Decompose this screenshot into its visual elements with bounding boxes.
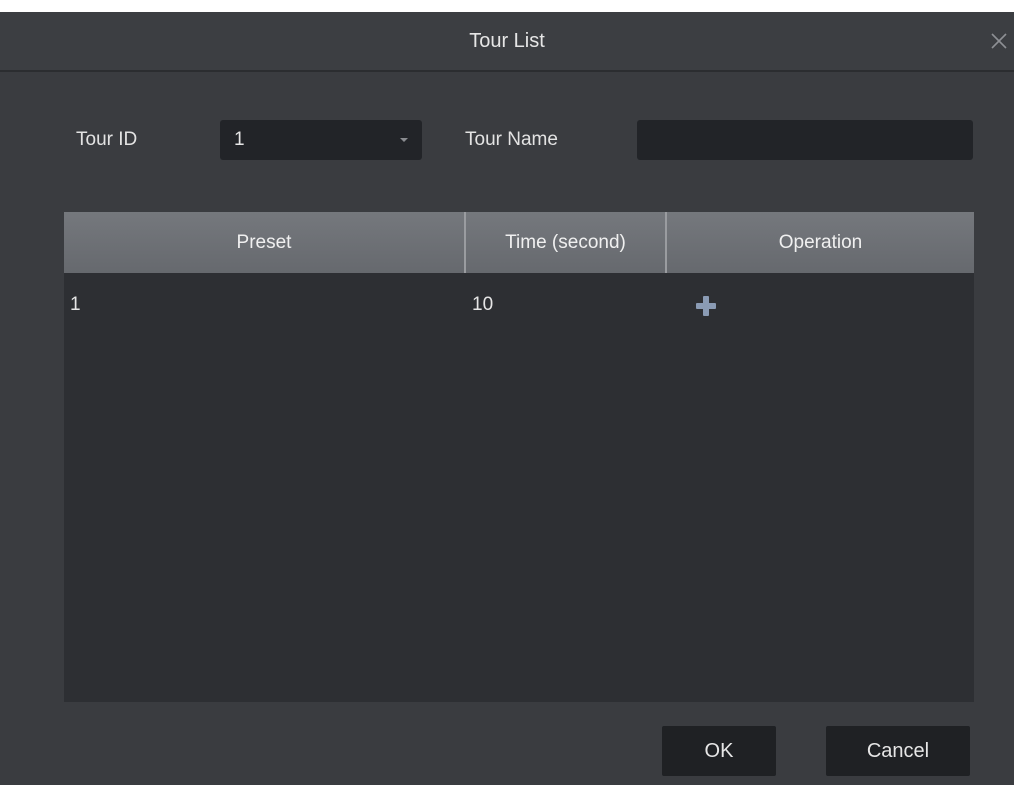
column-header-time: Time (second) xyxy=(464,212,665,273)
tour-id-value: 1 xyxy=(234,129,245,150)
ok-button[interactable]: OK xyxy=(662,726,776,776)
tour-id-label: Tour ID xyxy=(76,129,138,150)
tour-id-select[interactable]: 1 xyxy=(220,120,422,160)
column-header-preset: Preset xyxy=(236,232,292,253)
tour-table: Preset Time (second) Operation 1 10 xyxy=(64,212,974,702)
tour-name-input[interactable] xyxy=(637,120,973,160)
chevron-down-icon xyxy=(400,138,408,142)
tour-list-dialog: Tour List Tour ID 1 Tour Name Preset Tim… xyxy=(0,0,1014,785)
close-icon[interactable] xyxy=(986,28,1012,54)
preset-cell: 1 xyxy=(70,294,81,315)
time-cell: 10 xyxy=(472,294,494,315)
title-bar: Tour List xyxy=(0,12,1014,72)
tour-name-label: Tour Name xyxy=(465,129,558,150)
table-header: Preset Time (second) Operation xyxy=(64,212,974,273)
add-icon[interactable] xyxy=(695,295,717,317)
dialog-title: Tour List xyxy=(469,30,545,52)
cancel-button[interactable]: Cancel xyxy=(826,726,970,776)
column-header-operation: Operation xyxy=(665,212,974,273)
